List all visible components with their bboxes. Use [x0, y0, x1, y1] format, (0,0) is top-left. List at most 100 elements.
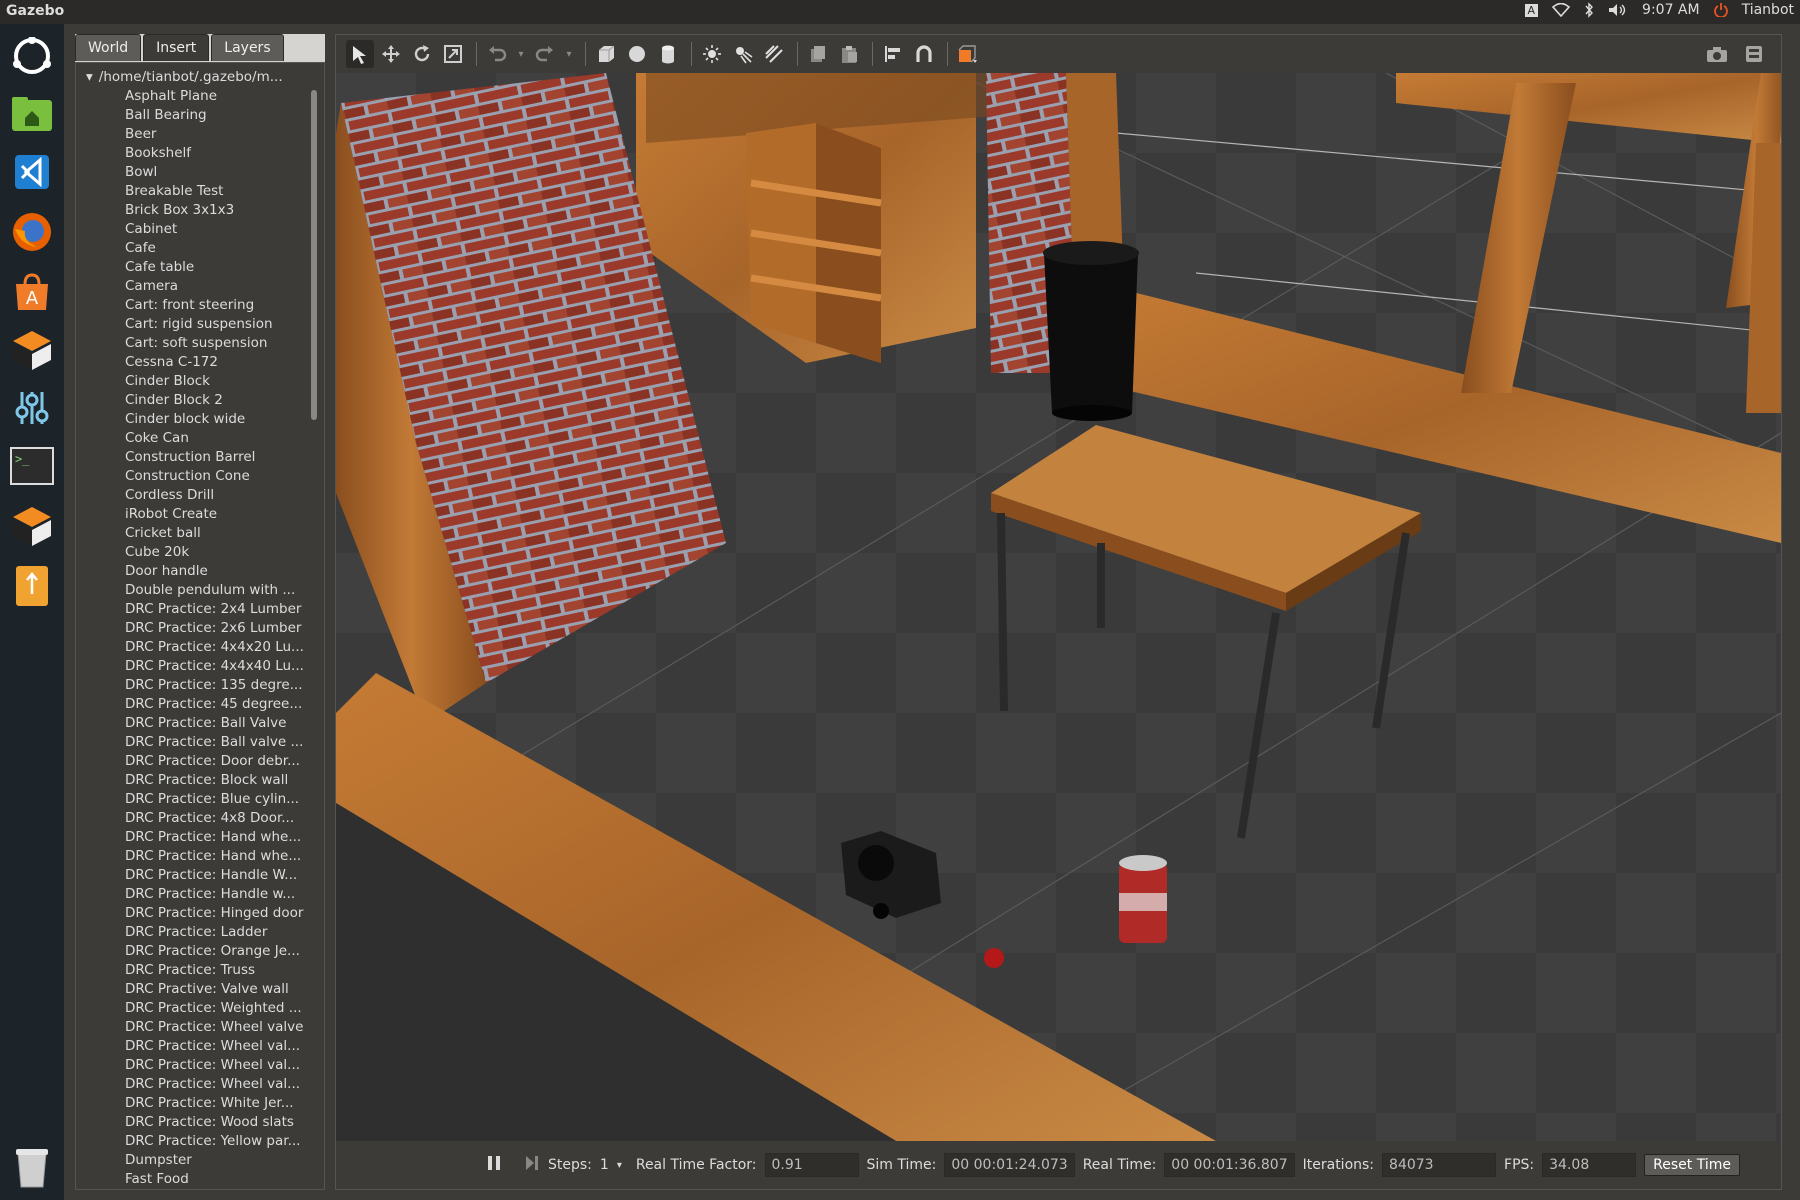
list-item[interactable]: DRC Practice: Wheel val... — [125, 1075, 310, 1094]
list-item[interactable]: DRC Practice: 2x4 Lumber — [125, 600, 310, 619]
ubuntu-dash-icon[interactable] — [8, 32, 56, 80]
list-item[interactable]: DRC Practice: 4x4x20 Lu... — [125, 638, 310, 657]
list-item[interactable]: Brick Box 3x1x3 — [125, 201, 310, 220]
list-item[interactable]: DRC Practice: Truss — [125, 961, 310, 980]
list-item[interactable]: Construction Barrel — [125, 448, 310, 467]
list-item[interactable]: DRC Practice: Hand whe... — [125, 847, 310, 866]
directional-light-icon[interactable] — [760, 40, 788, 68]
scene-viewport[interactable] — [336, 73, 1781, 1141]
list-item[interactable]: DRC Practice: Wood slats — [125, 1113, 310, 1132]
usb-drive-icon[interactable] — [8, 562, 56, 610]
list-item[interactable]: DRC Practice: Weighted ... — [125, 999, 310, 1018]
list-item[interactable]: Construction Cone — [125, 467, 310, 486]
redo-history-arrow-icon[interactable]: ▾ — [562, 40, 576, 68]
model-root-path[interactable]: ▾/home/tianbot/.gazebo/m... — [86, 69, 283, 85]
list-item[interactable]: Cessna C-172 — [125, 353, 310, 372]
list-item[interactable]: Cordless Drill — [125, 486, 310, 505]
list-item[interactable]: Cube 20k — [125, 543, 310, 562]
list-item[interactable]: Asphalt Plane — [125, 87, 310, 106]
rotate-mode-button[interactable] — [408, 40, 436, 68]
list-item[interactable]: Beer — [125, 125, 310, 144]
list-item[interactable]: DRC Practice: Ball Valve — [125, 714, 310, 733]
list-item[interactable]: DRC Practice: Block wall — [125, 771, 310, 790]
list-item[interactable]: Fast Food — [125, 1170, 310, 1189]
list-item[interactable]: Cafe table — [125, 258, 310, 277]
list-item[interactable]: Bookshelf — [125, 144, 310, 163]
list-item[interactable]: Ball Bearing — [125, 106, 310, 125]
tab-insert[interactable]: Insert — [143, 34, 210, 61]
list-item[interactable]: DRC Practice: Ball valve ... — [125, 733, 310, 752]
terminal-icon[interactable]: >_ — [8, 442, 56, 490]
trash-icon[interactable] — [8, 1144, 56, 1192]
list-item[interactable]: Bowl — [125, 163, 310, 182]
list-item[interactable]: DRC Practice: Handle W... — [125, 866, 310, 885]
mixer-icon[interactable] — [8, 384, 56, 432]
cylinder-shape-button[interactable] — [654, 40, 682, 68]
list-item[interactable]: DRC Practice: 2x6 Lumber — [125, 619, 310, 638]
list-item[interactable]: DRC Practice: White Jer... — [125, 1094, 310, 1113]
list-item[interactable]: Cabinet — [125, 220, 310, 239]
list-item[interactable]: Cart: soft suspension — [125, 334, 310, 353]
list-item[interactable]: Cinder block wide — [125, 410, 310, 429]
list-item[interactable]: Dumpster — [125, 1151, 310, 1170]
list-item[interactable]: Camera — [125, 277, 310, 296]
tab-layers[interactable]: Layers — [211, 34, 284, 61]
sphere-shape-button[interactable] — [623, 40, 651, 68]
spot-light-icon[interactable] — [729, 40, 757, 68]
step-button[interactable] — [524, 1154, 540, 1176]
paste-button[interactable] — [835, 40, 863, 68]
list-item[interactable]: DRC Practice: Wheel val... — [125, 1037, 310, 1056]
list-item[interactable]: Cinder Block 2 — [125, 391, 310, 410]
vscode-icon[interactable] — [8, 148, 56, 196]
list-item[interactable]: DRC Practice: Wheel val... — [125, 1056, 310, 1075]
list-item[interactable]: DRC Practice: 4x4x40 Lu... — [125, 657, 310, 676]
keyboard-indicator[interactable]: A — [1524, 3, 1539, 17]
user-name[interactable]: Tianbot — [1742, 2, 1794, 18]
align-icon[interactable] — [879, 40, 907, 68]
list-item[interactable]: Cart: front steering — [125, 296, 310, 315]
list-item[interactable]: Double pendulum with ... — [125, 581, 310, 600]
undo-button[interactable] — [483, 40, 511, 68]
scale-mode-button[interactable] — [439, 40, 467, 68]
translate-mode-button[interactable] — [377, 40, 405, 68]
reset-time-button[interactable]: Reset Time — [1644, 1154, 1740, 1176]
gazebo-active-icon[interactable] — [8, 502, 56, 550]
redo-button[interactable] — [531, 40, 559, 68]
power-icon[interactable] — [1713, 3, 1728, 17]
box-shape-button[interactable] — [592, 40, 620, 68]
list-item[interactable]: DRC Practice: 4x8 Door... — [125, 809, 310, 828]
select-mode-button[interactable] — [346, 40, 374, 68]
list-item[interactable]: Cricket ball — [125, 524, 310, 543]
steps-value[interactable]: 1 — [600, 1157, 609, 1173]
point-light-icon[interactable] — [698, 40, 726, 68]
list-item[interactable]: DRC Practice: Blue cylin... — [125, 790, 310, 809]
firefox-icon[interactable] — [8, 208, 56, 256]
clock[interactable]: 9:07 AM — [1642, 2, 1700, 18]
gazebo-launcher-icon[interactable] — [8, 326, 56, 374]
list-item[interactable]: DRC Practice: Orange Je... — [125, 942, 310, 961]
list-item[interactable]: Cafe — [125, 239, 310, 258]
steps-spinner-icon[interactable]: ▾ — [617, 1160, 622, 1171]
tab-world[interactable]: World — [75, 34, 142, 61]
list-item[interactable]: iRobot Create — [125, 505, 310, 524]
list-item[interactable]: Breakable Test — [125, 182, 310, 201]
list-item[interactable]: DRC Practive: Valve wall — [125, 980, 310, 999]
list-item[interactable]: DRC Practice: Door debr... — [125, 752, 310, 771]
copy-button[interactable] — [804, 40, 832, 68]
list-item[interactable]: DRC Practice: Hand whe... — [125, 828, 310, 847]
list-item[interactable]: DRC Practice: Hinged door — [125, 904, 310, 923]
model-list-scrollbar[interactable] — [311, 90, 317, 420]
undo-history-arrow-icon[interactable]: ▾ — [514, 40, 528, 68]
log-record-icon[interactable] — [1740, 40, 1768, 68]
list-item[interactable]: DRC Practice: Yellow par... — [125, 1132, 310, 1151]
list-item[interactable]: Cinder Block — [125, 372, 310, 391]
list-item[interactable]: DRC Practice: 45 degree... — [125, 695, 310, 714]
list-item[interactable]: Cart: rigid suspension — [125, 315, 310, 334]
snap-magnet-icon[interactable] — [910, 40, 938, 68]
screenshot-camera-icon[interactable] — [1703, 40, 1731, 68]
wifi-icon[interactable] — [1552, 3, 1571, 17]
view-angle-icon[interactable] — [954, 40, 982, 68]
pause-button[interactable] — [486, 1154, 502, 1176]
list-item[interactable]: Door handle — [125, 562, 310, 581]
expand-arrow-icon[interactable]: ▾ — [86, 69, 93, 85]
